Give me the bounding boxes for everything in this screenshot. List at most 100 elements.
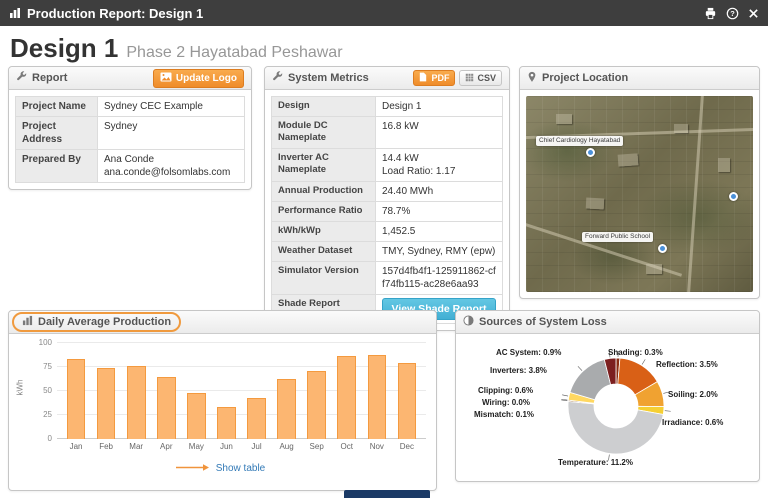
x-tick-label: Mar [129,442,144,451]
bar-jan [61,359,91,439]
help-icon[interactable]: ? [726,7,739,20]
x-tick-label: Apr [160,442,173,451]
orange-arrow-icon [175,459,210,477]
pdf-label: PDF [431,73,450,83]
footer-accent-bar [344,490,430,498]
row-value: 78.7% [375,200,503,222]
table-row: kWh/kWp 1,452.5 [271,220,503,242]
loss-label-reflection: Reflection: 3.5% [656,360,718,369]
row-value: Design 1 [375,96,503,117]
table-row: Module DC Nameplate 16.8 kW [271,116,503,149]
map-marker-icon[interactable] [729,192,738,201]
system-metrics-panel: System Metrics PDF CSV Design Design 1 M… [264,66,510,331]
x-tick-label: Dec [399,442,415,451]
table-row: Inverter AC Nameplate 14.4 kW Load Ratio… [271,147,503,182]
page-heading: Design 1 Phase 2 Hayatabad Peshawar [0,26,768,66]
bar-sep [302,370,332,439]
row-label: Project Name [15,96,98,117]
y-tick-label: 100 [38,338,52,347]
loss-label-clipping: Clipping: 0.6% [478,386,534,395]
bar-oct [332,356,362,439]
map-place-label: Forward Public School [582,232,654,243]
row-value: Ana Conde ana.conde@folsomlabs.com [97,149,245,183]
print-icon[interactable] [704,7,717,20]
show-table-row: Show table [15,459,426,477]
x-tick-label: Nov [369,442,384,451]
prepared-by-name: Ana Conde [104,154,155,165]
metrics-panel-title: System Metrics [288,72,369,84]
show-table-link[interactable]: Show table [216,463,265,474]
csv-label: CSV [477,73,496,83]
daily-average-production-panel: Daily Average Production kWh 0 25 50 75 100 … [8,310,437,491]
orange-annotation-circle: Daily Average Production [12,312,182,332]
report-panel-header: Report Update Logo [9,67,251,90]
map-marker-icon[interactable] [658,244,667,253]
load-ratio: Load Ratio: 1.17 [382,165,456,177]
inverter-nameplate: 14.4 kW [382,152,419,164]
y-tick-label: 0 [47,434,52,443]
map-marker-icon[interactable] [586,148,595,157]
row-value: 1,452.5 [375,220,503,242]
row-label: Module DC Nameplate [271,116,376,149]
loss-label-shading: Shading: 0.3% [608,348,663,357]
project-location-panel: Project Location Chief Cardiology Hayata… [519,66,760,299]
design-name: Design 1 [10,33,119,63]
image-icon [160,72,172,85]
satellite-map[interactable]: Chief Cardiology Hayatabad Forward Publi… [526,96,753,292]
production-panel-title: Daily Average Production [38,316,172,328]
close-icon[interactable] [748,8,759,19]
wrench-icon [16,71,27,85]
label-connector-line [577,366,583,371]
bar-chart-icon [9,7,21,19]
svg-text:?: ? [730,9,735,18]
table-row: Weather Dataset TMY, Sydney, RMY (epw) [271,240,503,262]
x-tick-label: Oct [340,442,353,451]
bar-chart: kWh 0 25 50 75 100 Jan Feb Mar Apr May Jun Jul Aug S… [9,334,436,477]
table-row: Project Name Sydney CEC Example [15,96,245,117]
update-logo-label: Update Logo [175,72,237,84]
x-tick-label: Jan [69,442,83,451]
bar-jul [241,397,271,439]
report-panel: Report Update Logo Project Name Sydney C… [8,66,252,190]
y-tick-label: 25 [43,410,52,419]
row-label: Weather Dataset [271,240,376,262]
pie-chart-icon [463,315,474,329]
update-logo-button[interactable]: Update Logo [152,68,244,88]
production-panel-header: Daily Average Production [9,311,436,334]
plot-area [57,342,426,439]
map-road [686,96,705,292]
design-subtitle: Phase 2 Hayatabad Peshawar [126,44,343,61]
row-label: Performance Ratio [271,200,376,222]
csv-button[interactable]: CSV [459,70,502,86]
row-value: Sydney [97,116,245,150]
row-label: Prepared By [15,149,98,183]
map-building [646,264,662,274]
bar-chart-icon [22,315,33,329]
row-value: 14.4 kW Load Ratio: 1.17 [375,147,503,182]
table-row: Design Design 1 [271,96,503,117]
x-tick-label: Aug [279,442,294,451]
row-label: kWh/kWp [271,220,376,242]
loss-label-soiling: Soiling: 2.0% [668,390,718,399]
loss-label-ac-system: AC System: 0.9% [496,348,562,357]
bar-feb [91,367,121,439]
report-panel-title: Report [32,72,68,84]
donut-chart: AC System: 0.9% Shading: 0.3% Reflection… [456,334,759,483]
row-label: Simulator Version [271,260,376,295]
map-building [617,153,639,167]
prepared-by-email: ana.conde@folsomlabs.com [104,167,231,178]
label-connector-line [641,359,646,365]
bar-may [181,392,211,439]
map-building [718,158,730,172]
sources-of-system-loss-panel: Sources of System Loss AC System: 0.9% S… [455,310,760,482]
table-row: Performance Ratio 78.7% [271,200,503,222]
titlebar: Production Report: Design 1 ? [0,0,768,26]
row-value: Sydney CEC Example [97,96,245,117]
map-place-label: Chief Cardiology Hayatabad [536,136,624,147]
bar-mar [121,366,151,439]
pdf-button[interactable]: PDF [413,70,456,86]
y-tick-label: 50 [43,386,52,395]
pdf-file-icon [419,72,427,84]
bar-aug [272,379,302,439]
loss-label-mismatch: Mismatch: 0.1% [474,410,535,419]
